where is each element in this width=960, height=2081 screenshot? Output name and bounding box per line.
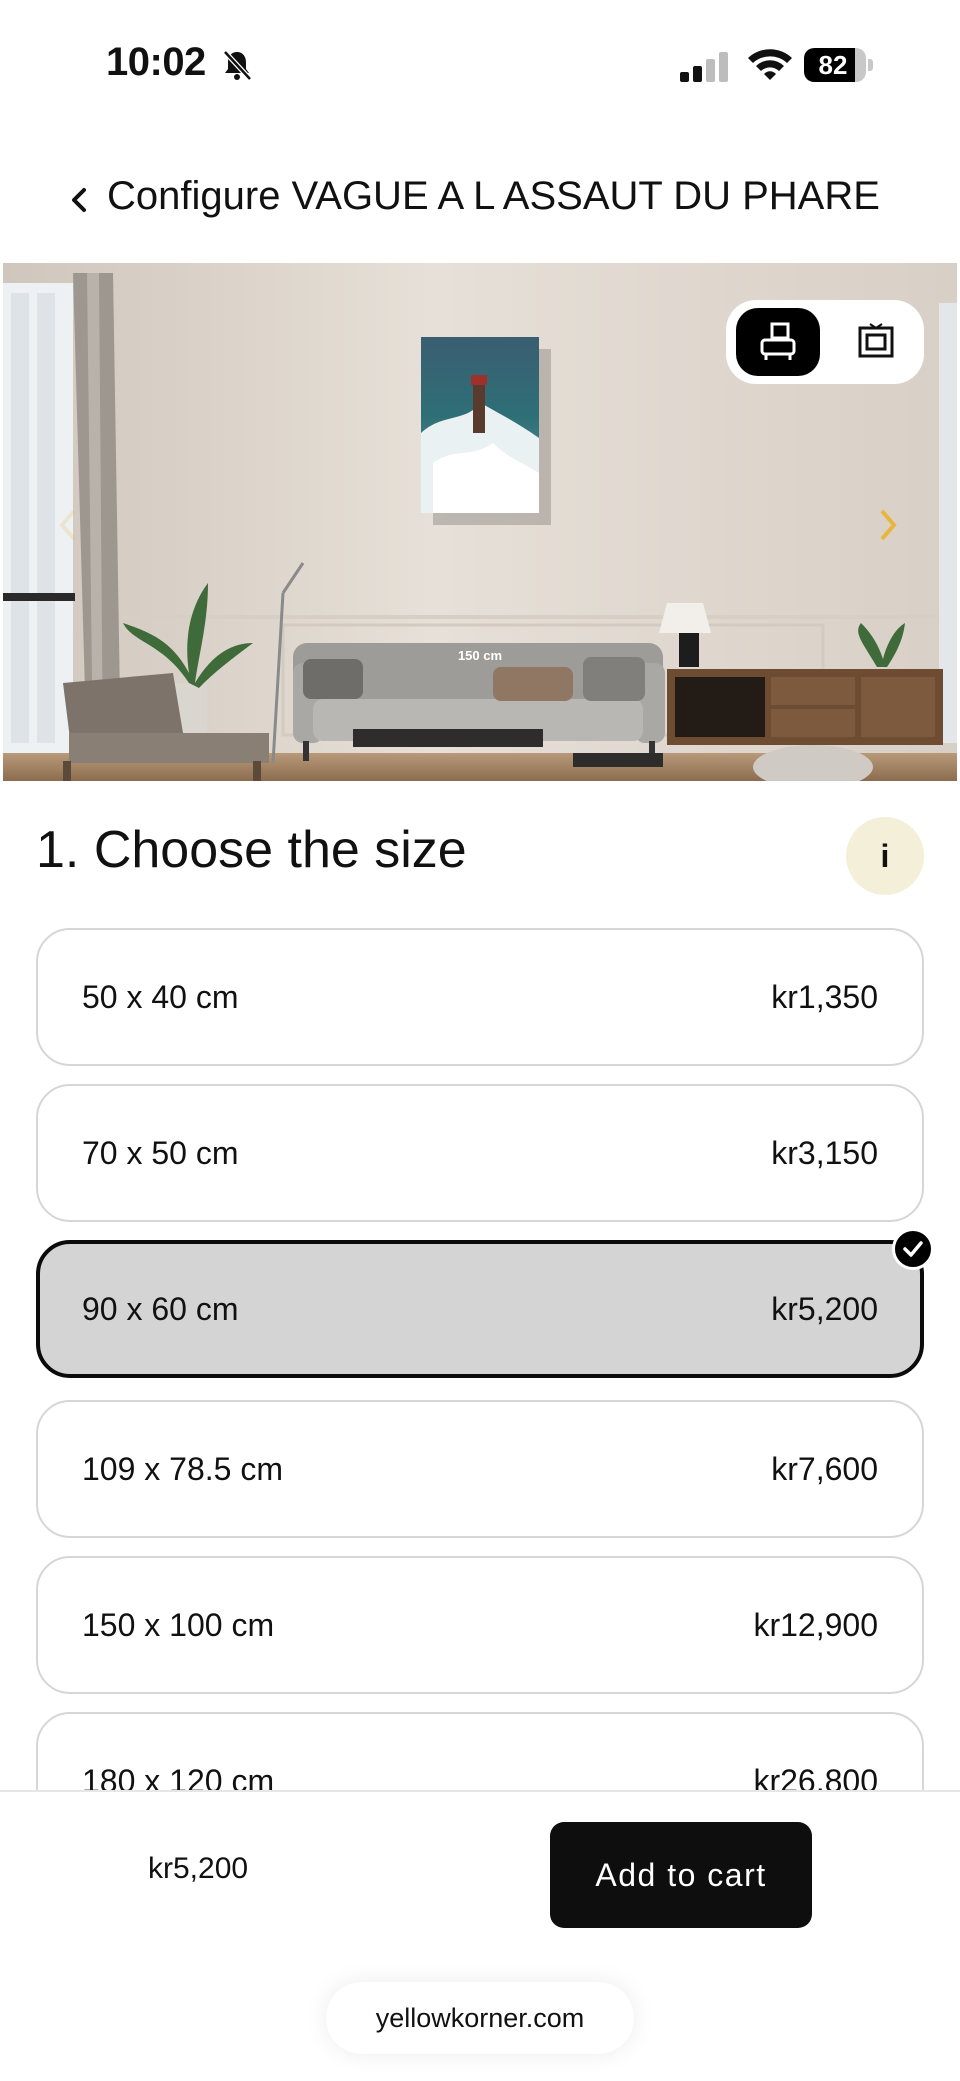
total-price: kr5,200 bbox=[148, 1852, 249, 1885]
view-mode-toggle bbox=[726, 300, 924, 384]
size-option-size: 70 x 50 cm bbox=[82, 1135, 239, 1171]
frame-view-button[interactable] bbox=[834, 308, 918, 376]
chevron-left-icon[interactable] bbox=[64, 180, 96, 220]
url-bar[interactable]: yellowkorner.com bbox=[326, 1982, 634, 2054]
size-option-selected[interactable]: 90 x 60 cm kr5,200 bbox=[36, 1240, 924, 1378]
size-option-price: kr1,350 bbox=[771, 979, 878, 1015]
size-option-price: kr26,800 bbox=[753, 1763, 878, 1790]
size-options-list: 50 x 40 cm kr1,350 70 x 50 cm kr3,150 90… bbox=[36, 928, 924, 1790]
bottom-bar: kr5,200 Add to cart yellowkorner.com bbox=[0, 1790, 960, 2081]
bell-slash-icon bbox=[220, 48, 254, 82]
battery-icon: 82 bbox=[804, 48, 874, 82]
size-option-size: 90 x 60 cm bbox=[82, 1291, 239, 1327]
status-time: 10:02 bbox=[106, 40, 206, 84]
size-option[interactable]: 109 x 78.5 cm kr7,600 bbox=[36, 1400, 924, 1538]
size-option-size: 50 x 40 cm bbox=[82, 979, 239, 1015]
size-option-price: kr3,150 bbox=[771, 1135, 878, 1171]
size-option-size: 150 x 100 cm bbox=[82, 1607, 275, 1643]
size-option[interactable]: 180 x 120 cm kr26,800 bbox=[36, 1712, 924, 1790]
size-option[interactable]: 70 x 50 cm kr3,150 bbox=[36, 1084, 924, 1222]
size-option-size: 109 x 78.5 cm bbox=[82, 1451, 283, 1487]
artwork-width-label: 150 cm bbox=[457, 648, 503, 663]
size-option-price: kr7,600 bbox=[771, 1451, 878, 1487]
battery-level: 82 bbox=[818, 50, 848, 80]
info-button[interactable]: i bbox=[846, 817, 924, 895]
previous-image-chevron-icon[interactable] bbox=[56, 505, 80, 545]
add-to-cart-button[interactable]: Add to cart bbox=[550, 1822, 812, 1928]
size-option[interactable]: 50 x 40 cm kr1,350 bbox=[36, 928, 924, 1066]
status-bar: 10:02 82 bbox=[0, 0, 960, 130]
size-option[interactable]: 150 x 100 cm kr12,900 bbox=[36, 1556, 924, 1694]
room-view-button[interactable] bbox=[736, 308, 820, 376]
room-view-icon bbox=[760, 322, 796, 360]
cellular-signal-icon bbox=[680, 52, 732, 82]
next-image-chevron-icon[interactable] bbox=[876, 505, 900, 545]
size-option-price: kr12,900 bbox=[753, 1607, 878, 1643]
page-title: Configure VAGUE A L ASSAUT DU PHARE bbox=[107, 174, 880, 218]
section-title: 1. Choose the size bbox=[36, 821, 467, 879]
nav-header: Configure VAGUE A L ASSAUT DU PHARE bbox=[0, 150, 960, 250]
frame-view-icon bbox=[858, 323, 894, 358]
selected-check-icon bbox=[892, 1228, 934, 1270]
size-option-price: kr5,200 bbox=[771, 1291, 878, 1327]
wifi-icon bbox=[746, 46, 794, 82]
size-option-size: 180 x 120 cm bbox=[82, 1763, 275, 1790]
